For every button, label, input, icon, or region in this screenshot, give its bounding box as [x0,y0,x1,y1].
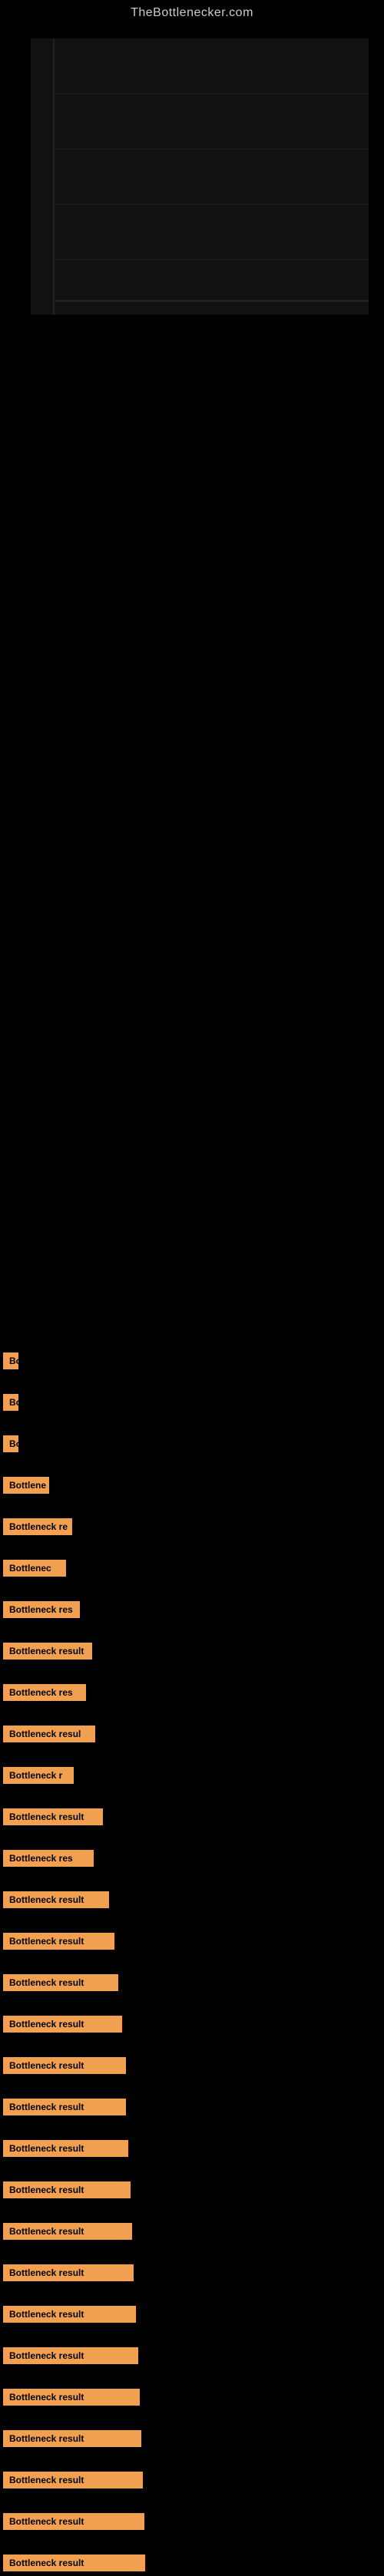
bottleneck-label[interactable]: Bottleneck result [3,1808,103,1825]
bottleneck-label[interactable]: Bo [3,1394,18,1411]
site-title: TheBottlenecker.com [131,0,253,19]
list-item: Bottleneck r [3,1765,384,1785]
bottleneck-label[interactable]: Bottleneck result [3,2264,134,2281]
bottleneck-label[interactable]: Bottleneck result [3,2057,126,2074]
list-item: Bottleneck result [3,2097,384,2117]
items-section: Bo Bo Bo Bottlene Bottleneck re Bottlene… [0,345,384,2573]
site-title-container: TheBottlenecker.com [0,0,384,23]
chart-inner [31,38,369,315]
list-item: Bottleneck result [3,1931,384,1951]
bottleneck-label[interactable]: Bottleneck result [3,2430,141,2447]
bottleneck-label[interactable]: Bo [3,1352,18,1369]
bottleneck-label[interactable]: Bo [3,1435,18,1452]
list-item: Bottleneck result [3,2221,384,2241]
bottleneck-label[interactable]: Bottleneck result [3,2140,128,2157]
bottleneck-label[interactable]: Bottlenec [3,1560,66,1577]
bottleneck-label[interactable]: Bottleneck result [3,2555,145,2571]
list-item: Bottleneck result [3,2512,384,2531]
list-item: Bottleneck result [3,1890,384,1910]
list-item: Bottleneck result [3,2346,384,2366]
bottleneck-label[interactable]: Bottleneck result [3,2347,138,2364]
list-item: Bo [3,1351,384,1371]
bottleneck-label[interactable]: Bottleneck result [3,2306,136,2323]
list-item: Bottleneck re [3,1517,384,1537]
list-item: Bottleneck result [3,2180,384,2200]
list-item: Bottleneck result [3,2553,384,2573]
list-item: Bottleneck result [3,2056,384,2076]
bottleneck-label[interactable]: Bottleneck re [3,1518,72,1535]
list-item: Bottleneck result [3,1807,384,1827]
list-item: Bo [3,1392,384,1412]
bottleneck-label[interactable]: Bottleneck result [3,2099,126,2115]
bottleneck-label[interactable]: Bottlene [3,1477,49,1494]
bottleneck-label[interactable]: Bottleneck r [3,1767,74,1784]
bottleneck-label[interactable]: Bottleneck result [3,2472,143,2488]
bottleneck-label[interactable]: Bottleneck result [3,2181,131,2198]
bottleneck-label[interactable]: Bottleneck result [3,2513,144,2530]
bottleneck-label[interactable]: Bottleneck result [3,1643,92,1660]
list-item: Bottleneck result [3,2263,384,2283]
bottleneck-label[interactable]: Bottleneck resul [3,1726,95,1742]
bottleneck-label[interactable]: Bottleneck res [3,1601,80,1618]
chart-area [0,23,384,345]
bottleneck-label[interactable]: Bottleneck res [3,1850,94,1867]
bottleneck-label[interactable]: Bottleneck result [3,1891,109,1908]
list-item: Bo [3,1434,384,1454]
bottleneck-label[interactable]: Bottleneck result [3,2223,132,2240]
list-item: Bottleneck result [3,1641,384,1661]
list-item: Bottleneck result [3,2014,384,2034]
list-item: Bottleneck result [3,2304,384,2324]
list-item: Bottleneck result [3,2387,384,2407]
list-item: Bottleneck res [3,1683,384,1702]
list-item: Bottleneck res [3,1848,384,1868]
bottleneck-label[interactable]: Bottleneck result [3,1933,114,1950]
list-item: Bottlene [3,1475,384,1495]
chart-svg [31,38,369,315]
list-item: Bottleneck result [3,1973,384,1993]
list-item: Bottleneck res [3,1600,384,1620]
list-item: Bottleneck resul [3,1724,384,1744]
bottleneck-label[interactable]: Bottleneck res [3,1684,86,1701]
bottleneck-label[interactable]: Bottleneck result [3,2016,122,2033]
list-item: Bottlenec [3,1558,384,1578]
bottleneck-label[interactable]: Bottleneck result [3,1974,118,1991]
bottleneck-label[interactable]: Bottleneck result [3,2389,140,2406]
list-item: Bottleneck result [3,2470,384,2490]
list-item: Bottleneck result [3,2138,384,2158]
list-item: Bottleneck result [3,2429,384,2449]
